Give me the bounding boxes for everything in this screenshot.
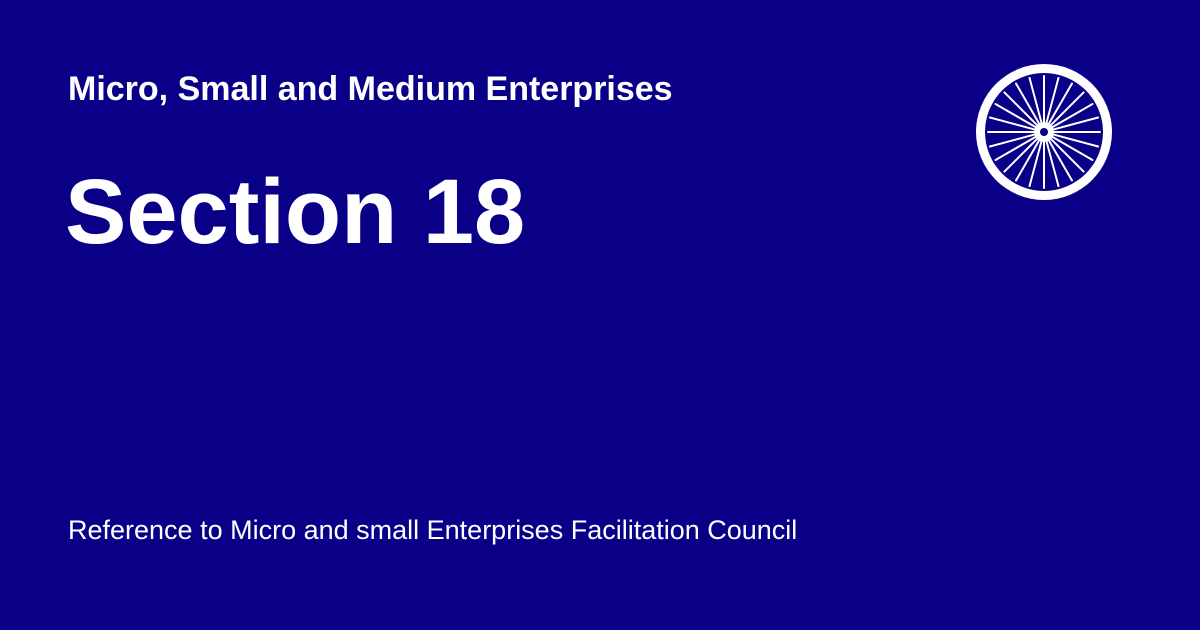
chakra-svg xyxy=(976,64,1112,200)
act-name: Micro, Small and Medium Enterprises xyxy=(68,70,673,108)
ashoka-chakra-icon xyxy=(972,60,1116,204)
section-title: Section 18 xyxy=(65,161,526,263)
section-description: Reference to Micro and small Enterprises… xyxy=(68,515,798,545)
emblem-hub-center xyxy=(1040,128,1048,136)
share-card: Micro, Small and Medium Enterprises Sect… xyxy=(0,0,1200,630)
